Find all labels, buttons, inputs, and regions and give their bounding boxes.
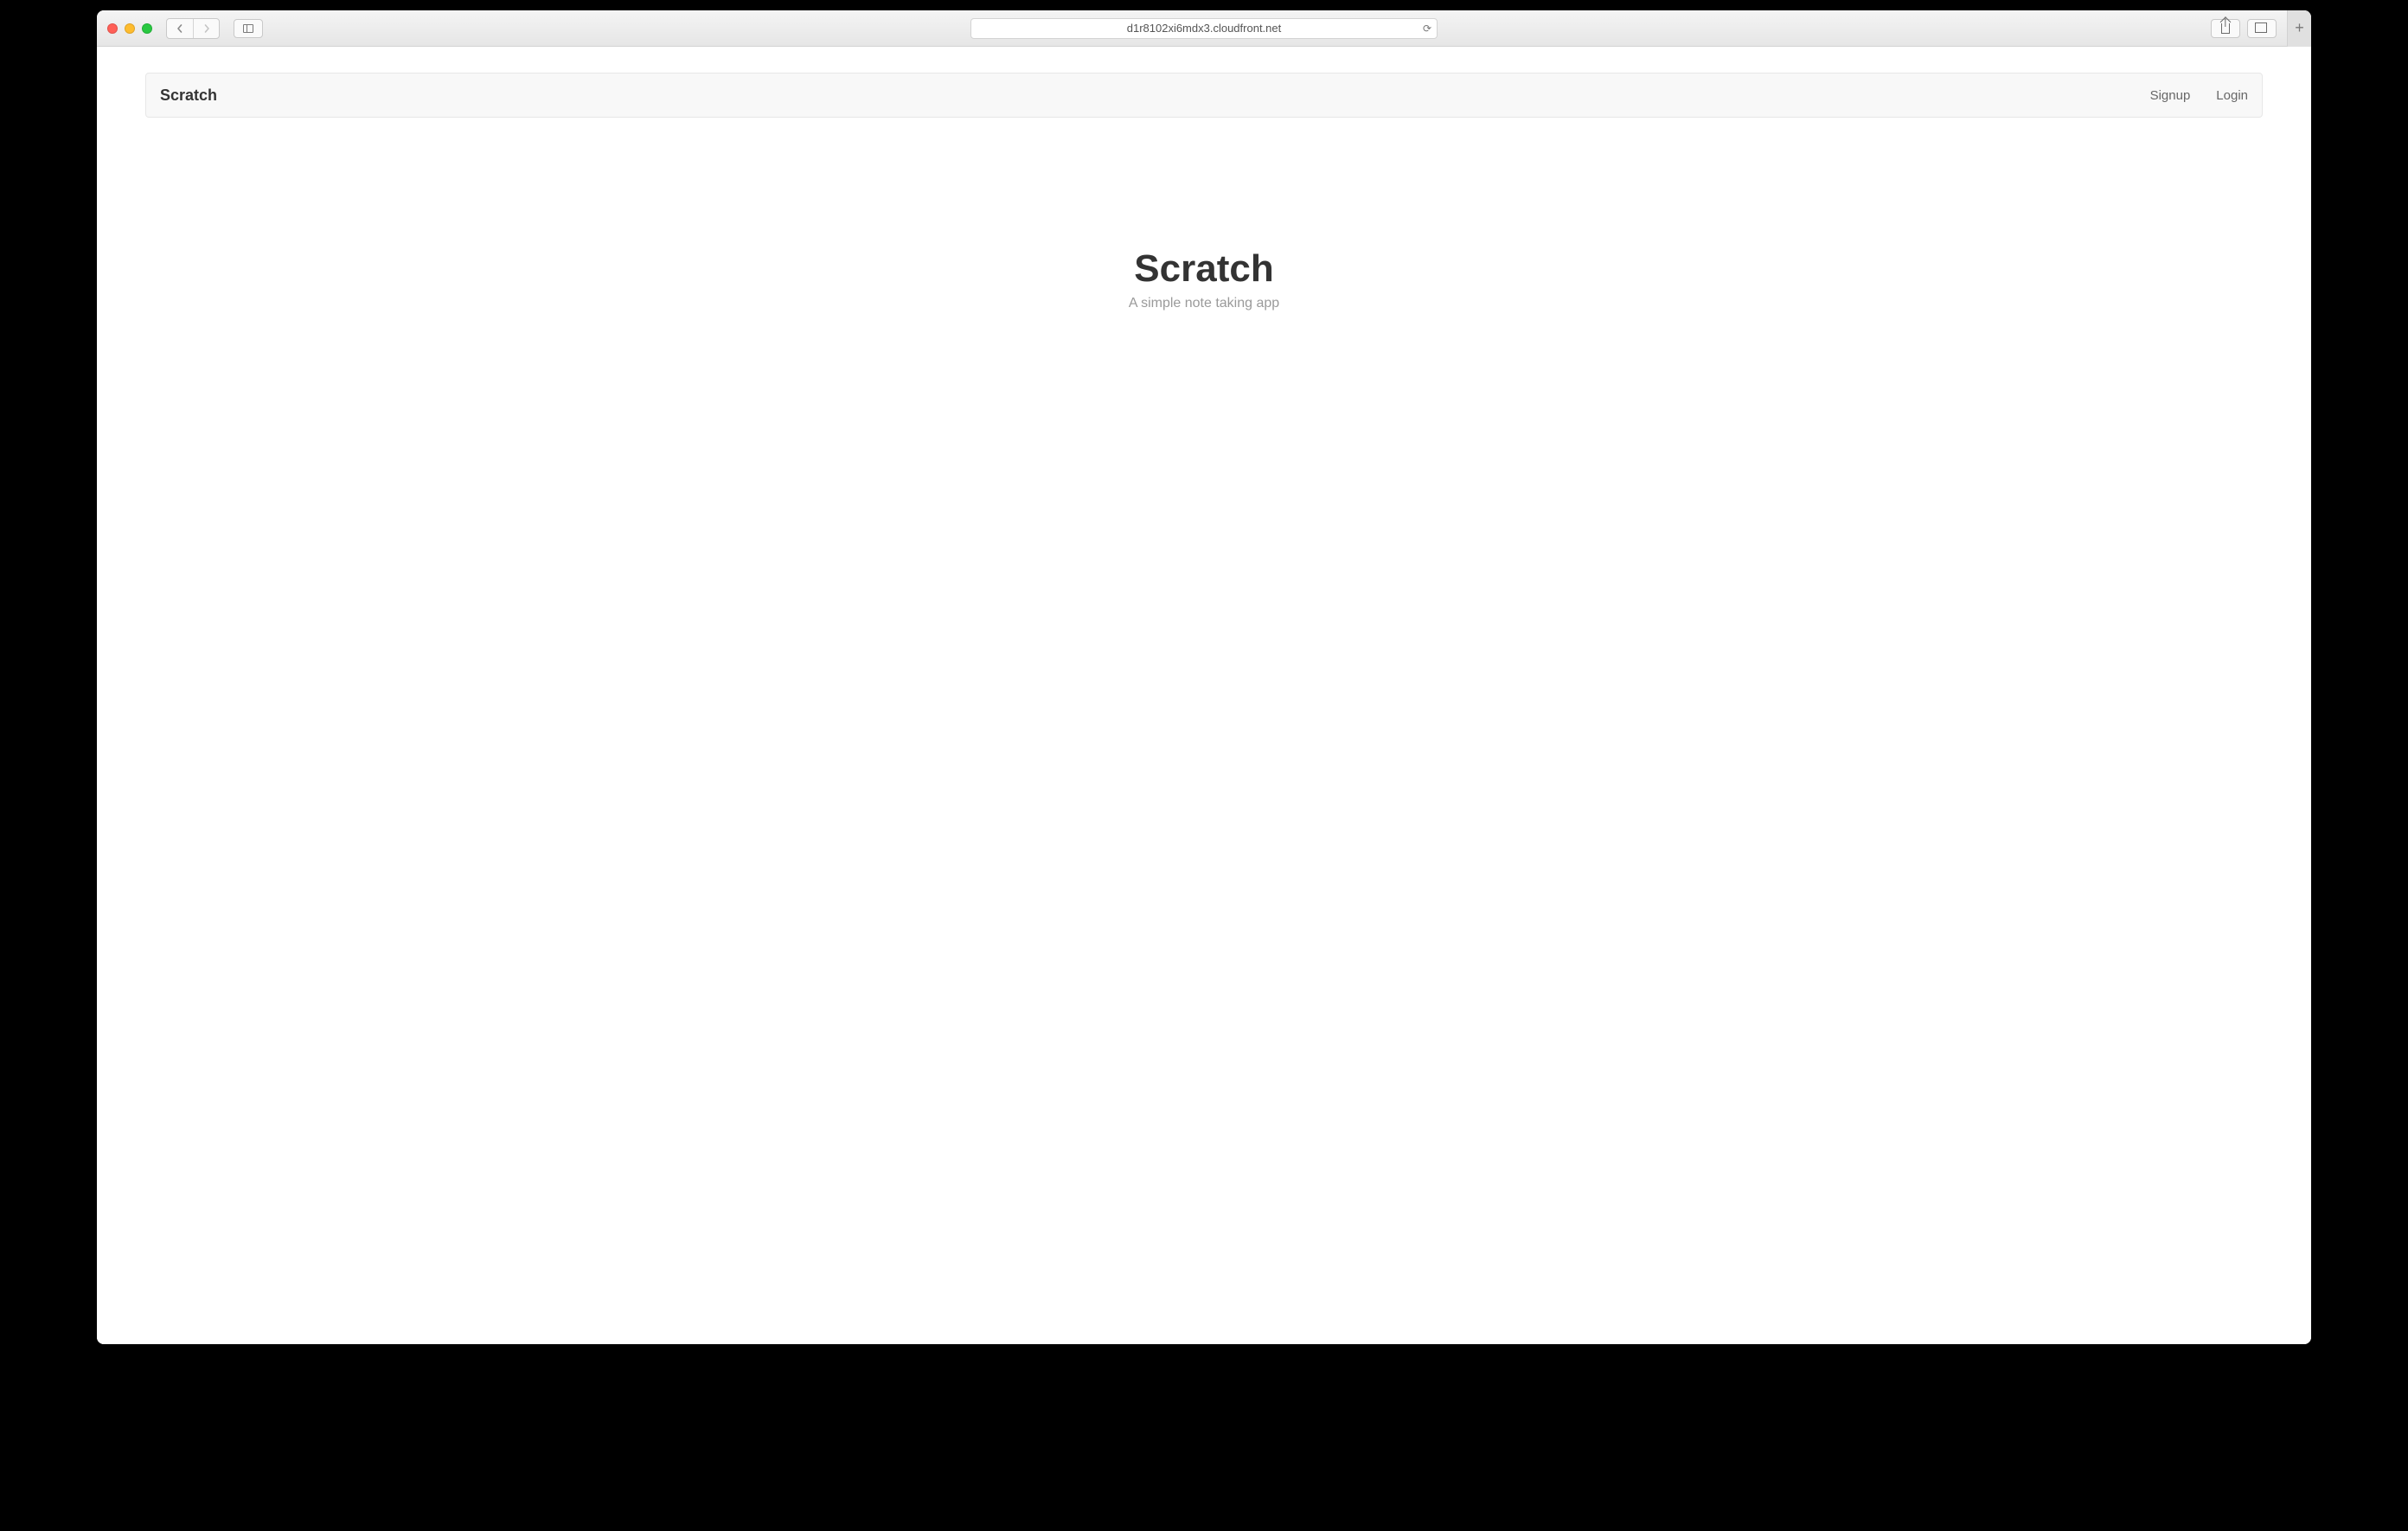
forward-button[interactable] bbox=[193, 19, 219, 38]
address-bar-text: d1r8102xi6mdx3.cloudfront.net bbox=[1127, 22, 1282, 35]
signup-link[interactable]: Signup bbox=[2150, 88, 2191, 103]
share-button[interactable] bbox=[2211, 19, 2240, 38]
login-link[interactable]: Login bbox=[2216, 88, 2248, 103]
new-tab-button[interactable]: + bbox=[2287, 10, 2311, 47]
page-title: Scratch bbox=[145, 247, 2263, 291]
show-tabs-button[interactable] bbox=[2247, 19, 2277, 38]
sidebar-toggle-button[interactable] bbox=[234, 19, 263, 38]
fullscreen-window-button[interactable] bbox=[142, 23, 152, 34]
titlebar-right: + bbox=[2211, 10, 2301, 47]
reload-button[interactable]: ⟳ bbox=[1423, 22, 1431, 35]
browser-titlebar: d1r8102xi6mdx3.cloudfront.net ⟳ + bbox=[97, 10, 2311, 47]
address-bar[interactable]: d1r8102xi6mdx3.cloudfront.net ⟳ bbox=[970, 18, 1438, 39]
close-window-button[interactable] bbox=[107, 23, 118, 34]
tabs-icon bbox=[2257, 24, 2267, 33]
brand-link[interactable]: Scratch bbox=[160, 86, 217, 105]
sidebar-icon bbox=[243, 24, 253, 33]
navbar-right: Signup Login bbox=[2150, 88, 2248, 103]
back-button[interactable] bbox=[167, 19, 193, 38]
hero: Scratch A simple note taking app bbox=[145, 247, 2263, 311]
address-bar-container: d1r8102xi6mdx3.cloudfront.net ⟳ bbox=[970, 18, 1438, 39]
page-content: Scratch Signup Login Scratch A simple no… bbox=[97, 47, 2311, 1344]
page-subtitle: A simple note taking app bbox=[145, 296, 2263, 311]
share-icon bbox=[2221, 23, 2230, 34]
browser-window: d1r8102xi6mdx3.cloudfront.net ⟳ + Scratc… bbox=[97, 10, 2311, 1344]
window-controls bbox=[107, 23, 152, 34]
minimize-window-button[interactable] bbox=[125, 23, 135, 34]
app-navbar: Scratch Signup Login bbox=[145, 73, 2263, 118]
nav-buttons bbox=[166, 18, 220, 39]
